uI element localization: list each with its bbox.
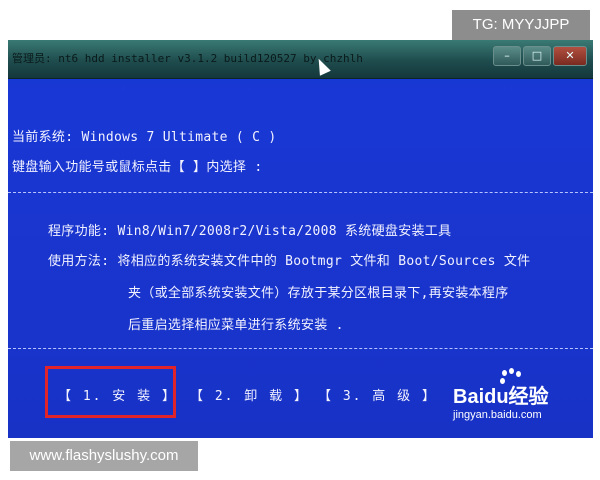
watermark-bottom-left: www.flashyslushy.com	[10, 441, 198, 471]
menu-item-install[interactable]: 【 1. 安 装 】	[58, 385, 177, 404]
usage-line-2: 夹（或全部系统安装文件）存放于某分区根目录下,再安装本程序	[128, 286, 509, 301]
maximize-button[interactable]: □	[523, 46, 551, 66]
current-system-line: 当前系统: Windows 7 Ultimate ( C )	[12, 130, 277, 145]
window-title: 管理员: nt6 hdd installer v3.1.2 build12052…	[12, 52, 363, 65]
window-controls: – □ ✕	[493, 46, 587, 66]
menu-item-advanced[interactable]: 【 3. 高 级 】	[318, 385, 437, 404]
separator-top	[8, 192, 593, 193]
close-button[interactable]: ✕	[553, 46, 587, 66]
minimize-button[interactable]: –	[493, 46, 521, 66]
program-function-line: 程序功能: Win8/Win7/2008r2/Vista/2008 系统硬盘安装…	[48, 224, 452, 239]
usage-line-3: 后重启选择相应菜单进行系统安装 .	[128, 318, 344, 333]
console-window: 管理员: nt6 hdd installer v3.1.2 build12052…	[8, 40, 593, 438]
baidu-logo: Baidu经验	[453, 386, 549, 408]
separator-bottom	[8, 348, 593, 349]
usage-line-1: 使用方法: 将相应的系统安装文件中的 Bootmgr 文件和 Boot/Sour…	[48, 254, 531, 269]
title-bar[interactable]: 管理员: nt6 hdd installer v3.1.2 build12052…	[8, 40, 593, 79]
baidu-url: jingyan.baidu.com	[453, 409, 542, 421]
watermark-top-right: TG: MYYJJPP	[452, 10, 590, 40]
prompt-line: 键盘输入功能号或鼠标点击【 】内选择 :	[12, 160, 263, 175]
menu-item-uninstall[interactable]: 【 2. 卸 载 】	[190, 385, 309, 404]
